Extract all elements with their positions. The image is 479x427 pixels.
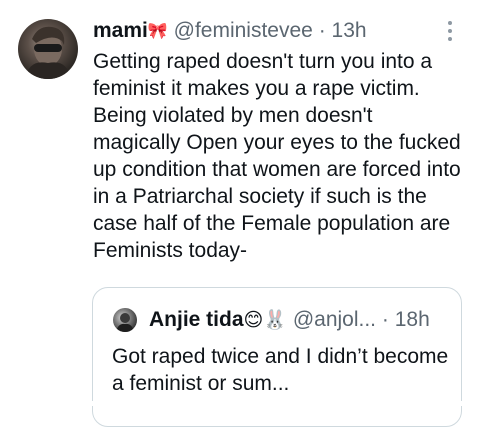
name-emoji: 🎀 [147,23,168,40]
quoted-name-emojis: 😊🐰 [243,310,287,331]
handle[interactable]: @feministevee [174,19,313,42]
quoted-avatar[interactable] [113,308,137,332]
quoted-tweet-text: Got raped twice and I didn’t become a fe… [112,345,449,395]
more-vertical-icon[interactable] [444,20,456,42]
avatar[interactable] [18,19,78,79]
quoted-tweet[interactable]: Anjie tida😊🐰 @anjol... · 18h Got raped t… [92,287,462,427]
separator-dot: · [318,19,326,42]
tweet-text: Getting raped doesn't turn you into a fe… [93,50,461,262]
timestamp[interactable]: 13h [332,19,367,42]
tweet[interactable]: mami🎀 @feministevee · 13h Getting raped … [0,0,479,427]
bottom-edge [0,401,479,406]
quoted-timestamp[interactable]: 18h [395,308,430,331]
quoted-display-name[interactable]: Anjie tida [149,308,244,331]
tweet-header: mami🎀 @feministevee · 13h [93,18,367,45]
quoted-separator-dot: · [381,308,389,331]
quoted-header: Anjie tida😊🐰 @anjol... · 18h [149,306,430,335]
quoted-handle[interactable]: @anjol... [293,308,376,331]
display-name[interactable]: mami [93,19,148,42]
